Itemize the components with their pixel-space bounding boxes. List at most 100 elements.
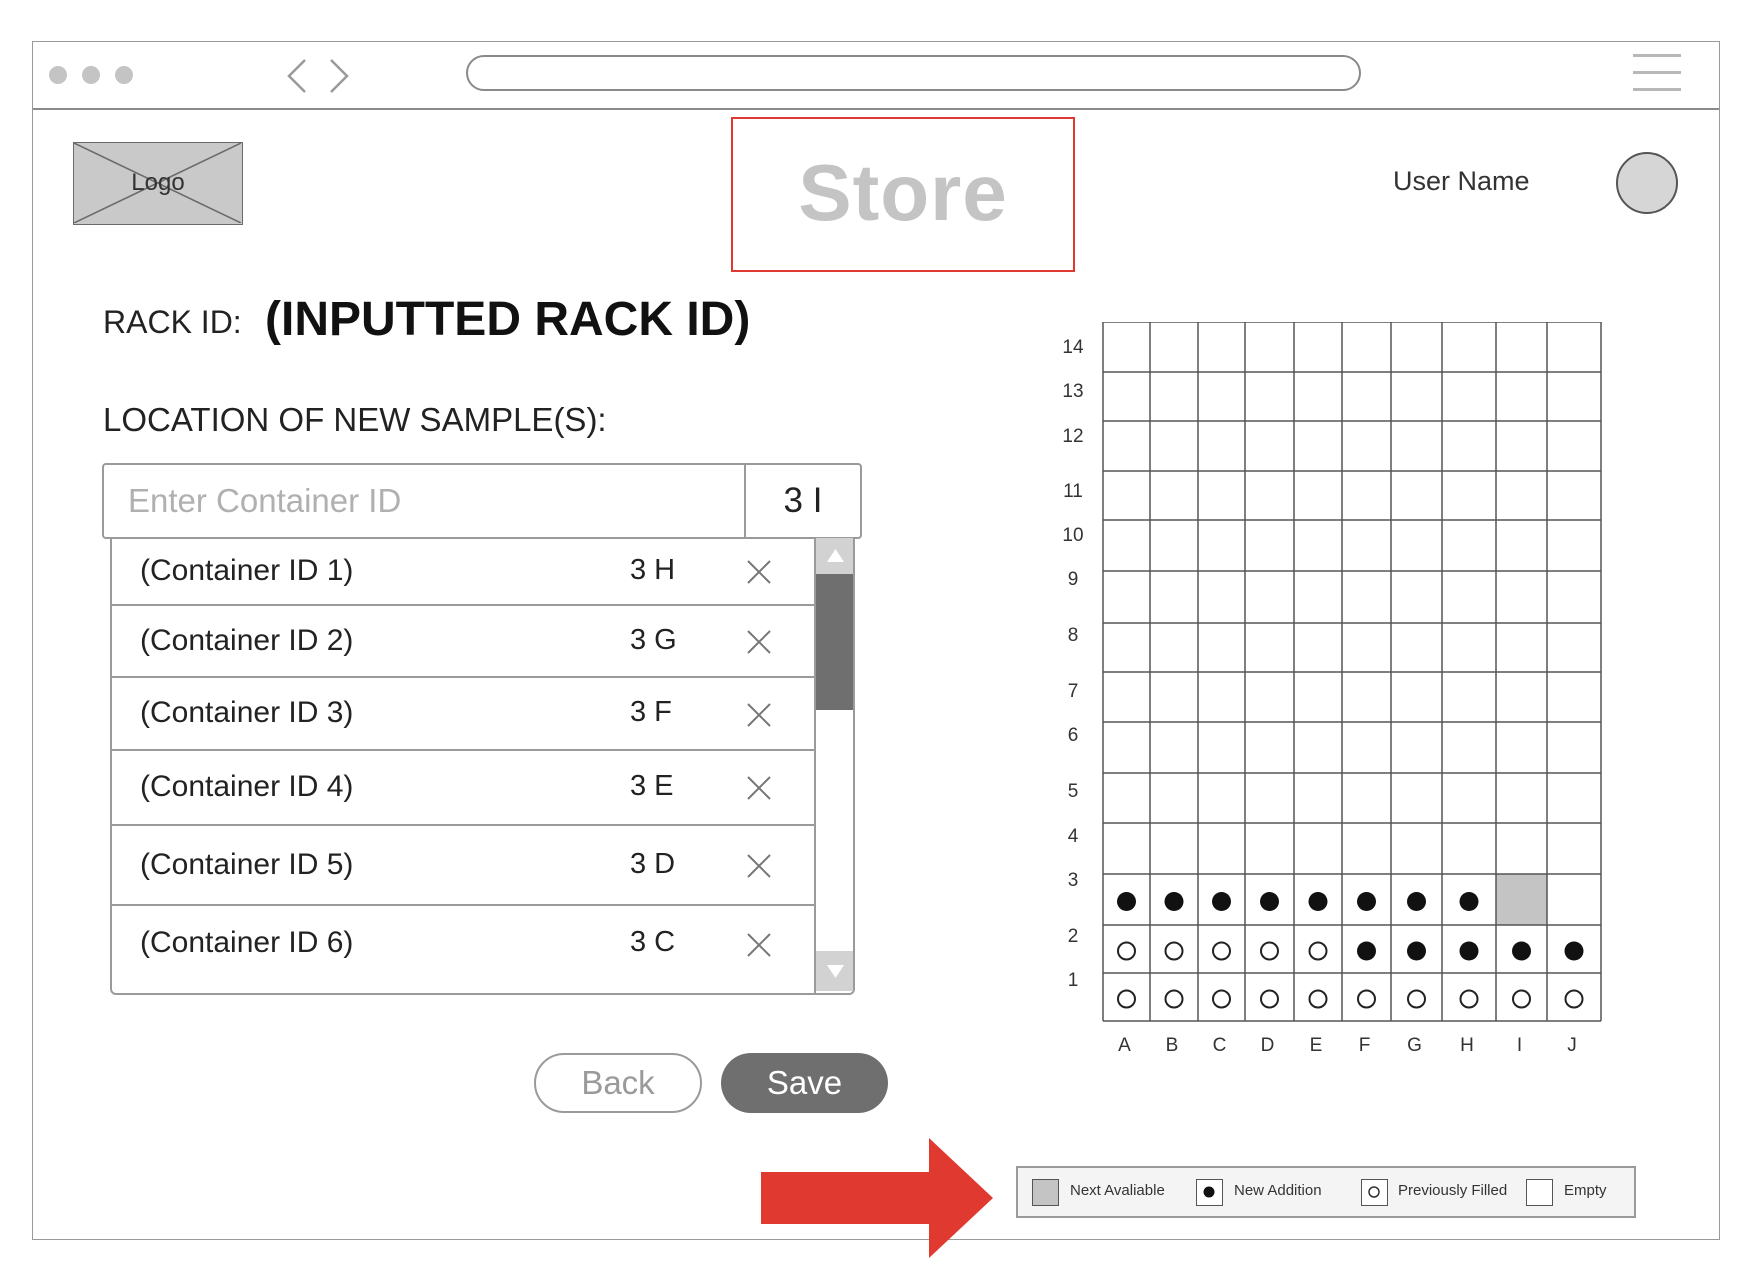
rack-cell-new-addition[interactable] (1407, 892, 1426, 911)
close-icon[interactable] (744, 627, 774, 657)
location-label: LOCATION OF NEW SAMPLE(S): (103, 401, 607, 438)
container-id: (Container ID 2) (140, 624, 354, 657)
row-label: 13 (1062, 381, 1083, 402)
container-location: 3 H (630, 554, 676, 586)
list-item: (Container ID 3) 3 F (112, 678, 814, 751)
row-label: 5 (1068, 781, 1079, 802)
column-label: D (1261, 1035, 1275, 1056)
url-bar[interactable] (466, 55, 1361, 91)
rack-cell-previously-filled[interactable] (1260, 941, 1279, 961)
scroll-thumb[interactable] (816, 574, 853, 710)
chevron-right-icon[interactable] (319, 56, 359, 96)
rack-cell-new-addition[interactable] (1357, 941, 1376, 961)
legend-next-available-label: Next Avaliable (1070, 1182, 1165, 1199)
rack-cell-new-addition[interactable] (1260, 892, 1279, 911)
close-icon[interactable] (744, 700, 774, 730)
legend-previously-filled-swatch (1361, 1179, 1388, 1206)
column-label: B (1166, 1035, 1179, 1056)
close-icon[interactable] (744, 557, 774, 587)
column-label: J (1567, 1035, 1577, 1056)
scroll-up-button[interactable] (816, 538, 853, 574)
list-item: (Container ID 1) 3 H (112, 538, 814, 606)
rack-cell-previously-filled[interactable] (1564, 989, 1584, 1009)
list-item: (Container ID 4) 3 E (112, 751, 814, 826)
rack-cell-previously-filled[interactable] (1308, 989, 1328, 1009)
column-label: F (1359, 1035, 1371, 1056)
hamburger-icon[interactable] (1633, 54, 1681, 94)
container-id: (Container ID 3) (140, 696, 354, 729)
row-label: 12 (1062, 426, 1083, 447)
row-label: 11 (1063, 481, 1083, 502)
column-label: G (1407, 1035, 1422, 1056)
rack-cell-previously-filled[interactable] (1164, 941, 1184, 961)
row-label: 4 (1068, 826, 1079, 847)
container-list: (Container ID 1) 3 H (Container ID 2) 3 … (110, 538, 855, 995)
triangle-down-icon (827, 965, 844, 978)
rack-cell-new-addition[interactable] (1407, 941, 1426, 961)
container-id: (Container ID 5) (140, 848, 354, 881)
rack-cell-new-addition[interactable] (1357, 892, 1376, 911)
column-label: E (1310, 1035, 1323, 1056)
container-location: 3 G (630, 624, 677, 656)
rack-cell-previously-filled[interactable] (1308, 941, 1328, 961)
rack-cell-next-available[interactable] (1496, 874, 1547, 925)
row-label: 3 (1068, 870, 1079, 891)
rack-grid-svg: 14 13 12 11 10 9 8 7 6 5 4 3 2 1 A B C D E F G H I J (1062, 322, 1602, 1056)
rack-cell-new-addition[interactable] (1512, 941, 1531, 961)
rack-cell-previously-filled[interactable] (1212, 989, 1231, 1009)
legend-empty-label: Empty (1564, 1182, 1607, 1199)
list-item: (Container ID 6) 3 C (112, 906, 814, 993)
scroll-down-button[interactable] (816, 951, 853, 991)
container-location: 3 E (630, 770, 674, 802)
row-label: 7 (1068, 681, 1079, 702)
legend-next-available-swatch (1032, 1179, 1059, 1206)
rack-cell-previously-filled[interactable] (1212, 941, 1231, 961)
rack-cell-new-addition[interactable] (1459, 941, 1479, 961)
rack-cell-previously-filled[interactable] (1117, 989, 1136, 1009)
user-name[interactable]: User Name (1393, 166, 1530, 197)
column-label: H (1460, 1035, 1474, 1056)
row-label: 2 (1068, 926, 1079, 947)
rack-cell-previously-filled[interactable] (1459, 989, 1479, 1009)
rack-cell-previously-filled[interactable] (1407, 989, 1426, 1009)
container-id-input[interactable] (104, 465, 744, 537)
browser-window: Logo Store User Name RACK ID: (INPUTTED … (32, 41, 1720, 1258)
rack-cell-new-addition[interactable] (1212, 892, 1231, 911)
rack-cell-previously-filled[interactable] (1164, 989, 1184, 1009)
rack-id-label: RACK ID: (103, 304, 242, 340)
container-id-input-group: 3 I (102, 463, 862, 539)
rack-cell-new-addition[interactable] (1564, 941, 1584, 961)
container-id: (Container ID 6) (140, 926, 354, 959)
close-icon[interactable] (744, 930, 774, 960)
close-icon[interactable] (744, 773, 774, 803)
rack-cell-previously-filled[interactable] (1260, 989, 1279, 1009)
window-dot-icon[interactable] (115, 66, 133, 84)
logo: Logo (73, 142, 243, 225)
window-dot-icon[interactable] (49, 66, 67, 84)
rack-cell-new-addition[interactable] (1308, 892, 1328, 911)
row-label: 8 (1068, 625, 1079, 646)
page-title-highlight: Store (731, 117, 1075, 272)
logo-label: Logo (131, 169, 185, 196)
container-location: 3 D (630, 848, 676, 880)
list-scrollbar[interactable] (814, 538, 853, 993)
page-title: Store (798, 148, 1008, 237)
rack-cell-previously-filled[interactable] (1117, 941, 1136, 961)
list-item: (Container ID 5) 3 D (112, 826, 814, 906)
container-id: (Container ID 4) (140, 770, 354, 803)
rack-cell-new-addition[interactable] (1459, 892, 1479, 911)
rack-cell-new-addition[interactable] (1164, 892, 1184, 911)
legend-new-addition-swatch (1196, 1179, 1223, 1206)
back-button[interactable]: Back (534, 1053, 702, 1113)
container-location: 3 C (630, 926, 676, 958)
save-button[interactable]: Save (721, 1053, 888, 1113)
chevron-left-icon[interactable] (277, 56, 317, 96)
rack-cell-new-addition[interactable] (1117, 892, 1136, 911)
row-label: 9 (1068, 569, 1079, 590)
rack-id-value: (INPUTTED RACK ID) (265, 293, 751, 346)
rack-cell-previously-filled[interactable] (1512, 989, 1531, 1009)
rack-cell-previously-filled[interactable] (1357, 989, 1376, 1009)
avatar[interactable] (1616, 152, 1678, 214)
window-dot-icon[interactable] (82, 66, 100, 84)
close-icon[interactable] (744, 851, 774, 881)
